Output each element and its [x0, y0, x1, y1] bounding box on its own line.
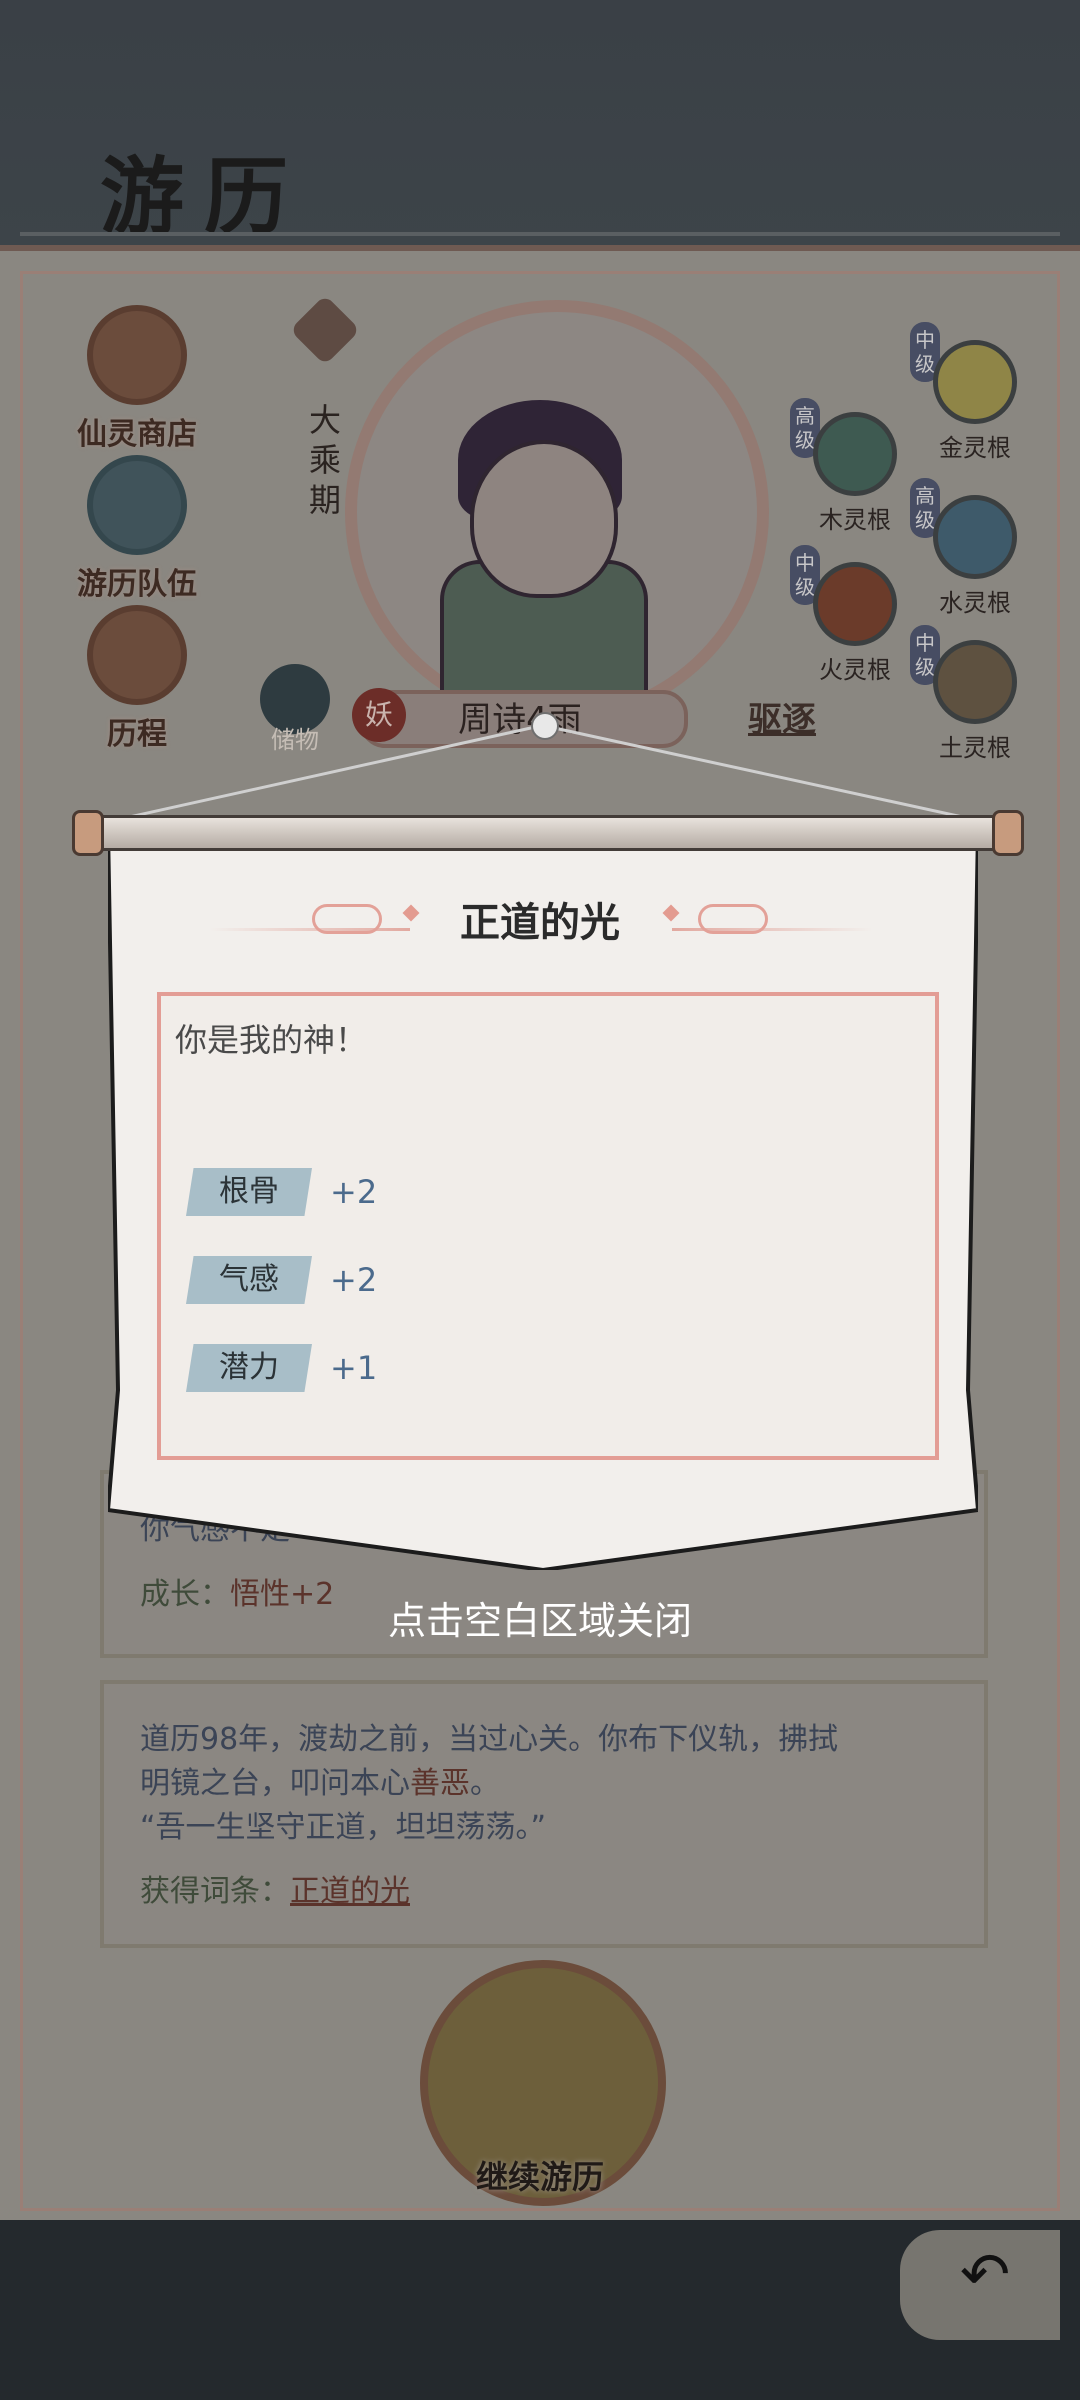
team-label: 游历队伍: [77, 567, 197, 602]
title-divider: [20, 232, 1060, 236]
team-button[interactable]: 游历队伍: [62, 455, 212, 603]
modal-text: 你是我的神！: [175, 1021, 368, 1059]
nail-icon: [531, 712, 559, 740]
rod-cap-left: [72, 810, 104, 856]
stat-value: +1: [330, 1349, 378, 1387]
wood-root-label: 木灵根: [819, 506, 891, 534]
fire-root[interactable]: 火灵根: [795, 562, 915, 685]
journey-label: 历程: [107, 717, 167, 752]
water-root[interactable]: 水灵根: [915, 495, 1035, 618]
shop-label: 仙灵商店: [77, 417, 197, 452]
wood-root-icon: [813, 412, 897, 496]
earth-root[interactable]: 土灵根: [915, 640, 1035, 763]
fire-root-icon: [813, 562, 897, 646]
log-line-3: “吾一生坚守正道，坦坦荡荡。”: [140, 1810, 547, 1845]
log-gain: 获得词条：正道的光: [140, 1870, 410, 1914]
shop-icon: [87, 305, 187, 405]
metal-root[interactable]: 金灵根: [915, 340, 1035, 463]
stat-label: 根骨: [186, 1168, 312, 1216]
gain-label: 获得词条：: [140, 1874, 290, 1909]
stat-value: +2: [330, 1173, 378, 1211]
log-line-1: 道历98年，渡劫之前，当过心关。你布下仪轨，拂拭: [140, 1722, 839, 1757]
character-face: [470, 440, 618, 598]
log-line-2-a: 明镜之台，叩问本心: [140, 1766, 410, 1801]
stat-label: 潜力: [186, 1344, 312, 1392]
log-line-2-b: 善恶: [410, 1766, 470, 1801]
earth-root-icon: [933, 640, 1017, 724]
water-root-icon: [933, 495, 1017, 579]
scroll-rod: [80, 815, 1016, 851]
journey-button[interactable]: 历程: [62, 605, 212, 753]
metal-root-label: 金灵根: [939, 434, 1011, 462]
expel-button[interactable]: 驱逐: [748, 692, 816, 741]
stash-button[interactable]: 储物: [255, 664, 335, 755]
stat-value: +2: [330, 1261, 378, 1299]
earth-root-label: 土灵根: [939, 734, 1011, 762]
stat-label: 气感: [186, 1256, 312, 1304]
continue-travel-label: 继续游历: [475, 2158, 604, 2196]
fire-root-label: 火灵根: [819, 656, 891, 684]
log-line-2: 明镜之台，叩问本心善恶。: [140, 1762, 500, 1806]
race-badge: 妖: [352, 688, 406, 742]
realm-label: 大乘期: [308, 401, 341, 519]
close-hint[interactable]: 点击空白区域关闭: [0, 1590, 1080, 1645]
back-arrow-icon: ↶: [960, 2240, 1011, 2310]
gain-link[interactable]: 正道的光: [290, 1874, 410, 1909]
modal-title: 正道的光: [460, 900, 620, 946]
water-root-label: 水灵根: [939, 589, 1011, 617]
wood-root[interactable]: 木灵根: [795, 412, 915, 535]
log-line-2-c: 。: [470, 1766, 500, 1801]
shop-button[interactable]: 仙灵商店: [62, 305, 212, 453]
character-name: 周诗4雨: [458, 700, 582, 740]
rod-cap-right: [992, 810, 1024, 856]
metal-root-icon: [933, 340, 1017, 424]
team-icon: [87, 455, 187, 555]
scroll-icon: [87, 605, 187, 705]
stash-label: 储物: [271, 726, 319, 754]
